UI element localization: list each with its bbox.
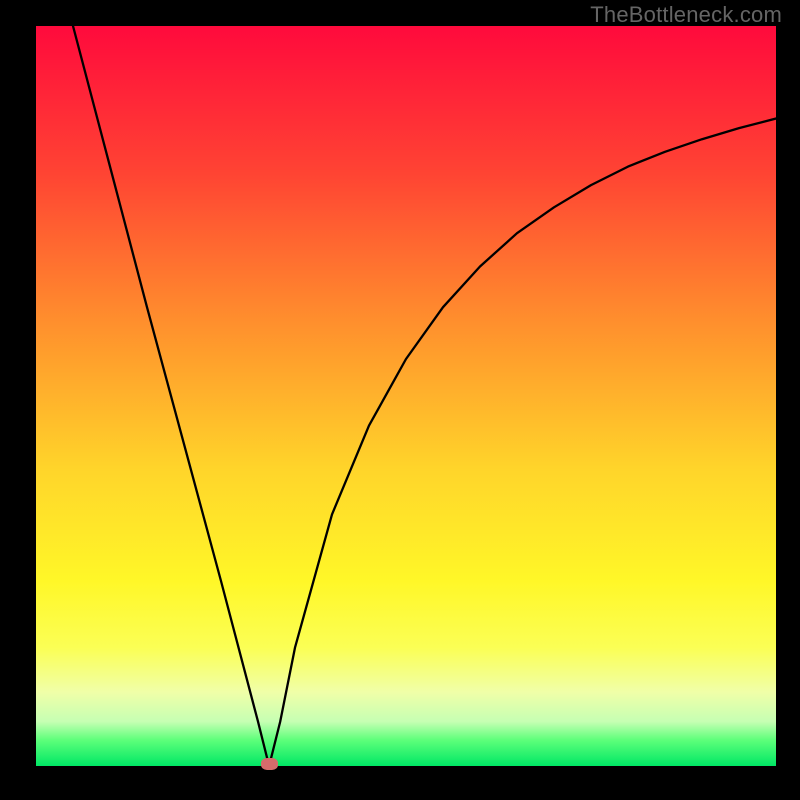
watermark-text: TheBottleneck.com (590, 2, 782, 28)
chart-container: TheBottleneck.com (0, 0, 800, 800)
plot-area (36, 26, 776, 766)
gradient-background (36, 26, 776, 766)
chart-svg (36, 26, 776, 766)
minimum-marker (261, 758, 278, 770)
